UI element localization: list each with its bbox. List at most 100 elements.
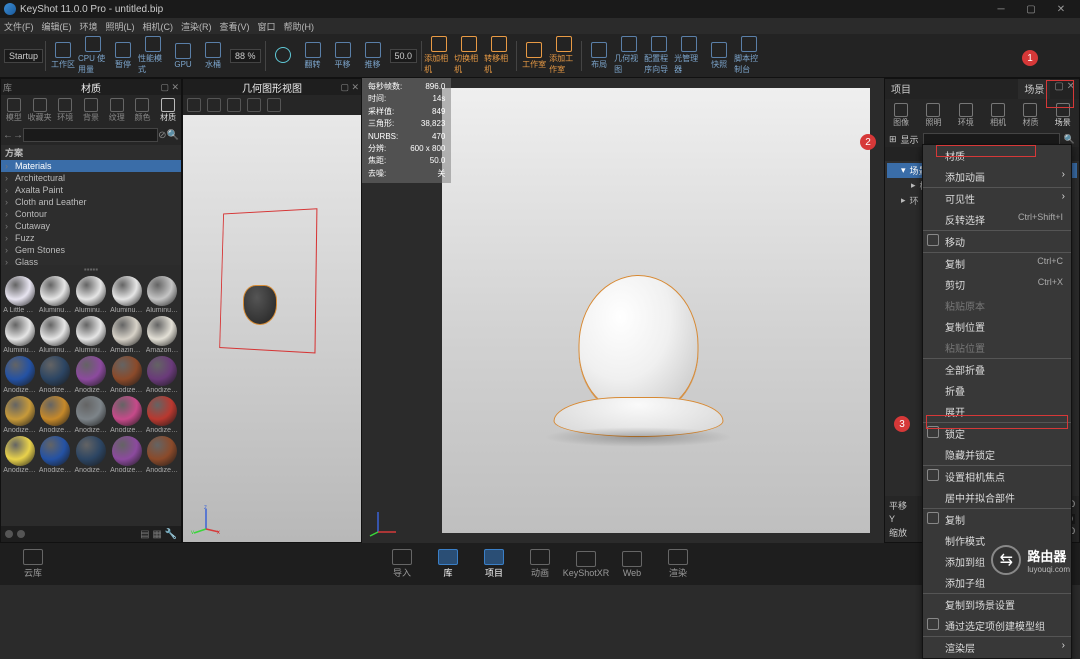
material-tab[interactable]: 环境 <box>52 98 78 123</box>
tree-item[interactable]: Glass <box>1 256 181 265</box>
material-swatch[interactable]: Aluminum ... <box>110 276 144 314</box>
material-swatch[interactable]: Aluminum ... <box>39 276 73 314</box>
context-menu-item[interactable]: 移动 <box>923 231 1071 253</box>
material-swatch[interactable]: Anodized ... <box>145 356 179 394</box>
material-swatch[interactable]: Anodized ... <box>39 436 73 474</box>
bottom-library[interactable]: 库 <box>425 549 471 579</box>
bottom-cloud[interactable]: 云库 <box>10 549 56 579</box>
toolbar-button[interactable]: 添加相机 <box>424 36 454 76</box>
toolbar-button[interactable]: 几何视图 <box>614 36 644 76</box>
toolbar-button[interactable]: 配置程序向导 <box>644 36 674 76</box>
menu-item[interactable]: 相机(C) <box>143 20 174 33</box>
material-swatch[interactable]: Anodized ... <box>74 396 108 434</box>
bottom-keyshotxr[interactable]: KeyShotXR <box>563 551 609 578</box>
context-menu-item[interactable]: 复制Ctrl+C <box>923 253 1071 274</box>
toolbar-button[interactable]: CPU 使用量 <box>78 36 108 76</box>
material-swatch[interactable]: Anodized ... <box>110 396 144 434</box>
context-menu-item[interactable]: 复制 <box>923 509 1071 530</box>
geom-tool-1[interactable] <box>187 98 201 112</box>
toolbar-button[interactable]: 布局 <box>584 36 614 76</box>
material-swatch[interactable]: Anodized ... <box>110 356 144 394</box>
toolbar-button[interactable]: 转移相机 <box>484 36 514 76</box>
tree-item[interactable]: Axalta Paint <box>1 184 181 196</box>
material-swatch[interactable]: Anodized ... <box>145 396 179 434</box>
context-menu-item[interactable]: 全部折叠 <box>923 359 1071 380</box>
context-menu-item[interactable]: 剪切Ctrl+X <box>923 274 1071 295</box>
menu-item[interactable]: 渲染(R) <box>181 20 212 33</box>
context-menu-item[interactable]: 反转选择Ctrl+Shift+I <box>923 209 1071 231</box>
context-menu-item[interactable]: 展开 <box>923 401 1071 423</box>
render-viewport[interactable]: 每秒帧数:896.0时间:14s采样值:849三角形:38,823NURBS:4… <box>362 78 884 543</box>
tree-item[interactable]: Cutaway <box>1 220 181 232</box>
tree-item[interactable]: Fuzz <box>1 232 181 244</box>
material-tab[interactable]: 材质 <box>155 98 181 123</box>
project-category[interactable]: 场景 <box>1047 99 1079 131</box>
material-swatch[interactable]: Anodized ... <box>39 356 73 394</box>
tree-root[interactable]: 方案 <box>1 145 181 160</box>
context-menu-item[interactable]: 可见性 <box>923 188 1071 209</box>
model-mesh[interactable] <box>243 285 277 325</box>
geom-tool-3[interactable] <box>227 98 241 112</box>
view-icon[interactable]: ▤ ▦ 🔧 <box>140 529 177 540</box>
context-menu-item[interactable]: 渲染层 <box>923 637 1071 658</box>
toolbar-button[interactable]: 性能模式 <box>138 36 168 76</box>
startup-label[interactable]: Startup <box>4 49 43 63</box>
material-tab[interactable]: 模型 <box>1 98 27 123</box>
bottom-render[interactable]: 渲染 <box>655 549 701 579</box>
back-icon[interactable]: ← <box>3 130 13 141</box>
tab-scene[interactable]: 场景 <box>1018 79 1050 99</box>
context-menu-item[interactable]: 隐藏并锁定 <box>923 444 1071 466</box>
search-icon[interactable]: 🔍 <box>1064 134 1075 145</box>
tab-project[interactable]: 项目 <box>885 79 917 99</box>
toolbar-button[interactable]: 平移 <box>328 36 358 76</box>
toolbar-button[interactable]: 翻转 <box>298 36 328 76</box>
geom-tool-2[interactable] <box>207 98 221 112</box>
material-swatch[interactable]: Anodized ... <box>3 436 37 474</box>
material-swatch[interactable]: Anodized ... <box>145 436 179 474</box>
material-swatch[interactable]: Anodized ... <box>3 396 37 434</box>
menu-item[interactable]: 环境 <box>80 20 98 33</box>
project-category[interactable]: 照明 <box>917 99 949 131</box>
close-button[interactable]: ✕ <box>1046 4 1076 15</box>
maximize-button[interactable]: ▢ <box>1016 4 1046 15</box>
project-category[interactable]: 材质 <box>1014 99 1046 131</box>
zoom2-value[interactable]: 50.0 <box>390 49 418 63</box>
toolbar-button[interactable]: 切换相机 <box>454 36 484 76</box>
toolbar-button[interactable]: 光管理器 <box>674 36 704 76</box>
material-swatch[interactable]: A Little Lila... <box>3 276 37 314</box>
project-category[interactable]: 图像 <box>885 99 917 131</box>
zoom-value[interactable]: 88 % <box>230 49 261 63</box>
material-tab[interactable]: 纹理 <box>104 98 130 123</box>
toolbar-button[interactable]: 脚本控制台 <box>734 36 764 76</box>
material-tab[interactable]: 收藏夹 <box>27 98 53 123</box>
bottom-import[interactable]: 导入 <box>379 549 425 579</box>
material-swatch[interactable]: Anodized ... <box>3 356 37 394</box>
toolbar-button[interactable]: 工作室 <box>519 36 549 76</box>
bottom-animation[interactable]: 动画 <box>517 549 563 579</box>
material-swatch[interactable]: Anodized ... <box>39 396 73 434</box>
material-swatch[interactable]: Aluminum ... <box>39 316 73 354</box>
project-category[interactable]: 相机 <box>982 99 1014 131</box>
toolbar-button[interactable]: 工作区 <box>48 36 78 76</box>
material-swatch[interactable]: Amazing G... <box>110 316 144 354</box>
toolbar-button[interactable]: 添加工作室 <box>549 36 579 76</box>
context-menu-item[interactable]: 添加子组 <box>923 572 1071 594</box>
material-swatch[interactable]: Anodized ... <box>110 436 144 474</box>
bottom-project[interactable]: 项目 <box>471 549 517 579</box>
geom-tool-4[interactable] <box>247 98 261 112</box>
material-swatch[interactable]: Aluminum ... <box>74 276 108 314</box>
toolbar-button[interactable]: 暂停 <box>108 36 138 76</box>
menu-item[interactable]: 帮助(H) <box>284 20 315 33</box>
refresh-button[interactable] <box>268 36 298 76</box>
toolbar-button[interactable]: GPU <box>168 36 198 76</box>
context-menu-item[interactable]: 设置相机焦点 <box>923 466 1071 487</box>
filter-icon[interactable]: ⊞ <box>889 134 897 145</box>
menu-item[interactable]: 文件(F) <box>4 20 34 33</box>
context-menu-item[interactable]: 通过选定项创建模型组 <box>923 615 1071 637</box>
material-swatch[interactable]: Aluminum ... <box>74 316 108 354</box>
context-menu-item[interactable]: 锁定 <box>923 423 1071 444</box>
tree-item[interactable]: Contour <box>1 208 181 220</box>
material-swatch[interactable]: Aluminum ... <box>3 316 37 354</box>
geom-tool-5[interactable] <box>267 98 281 112</box>
context-menu-item[interactable]: 居中并拟合部件 <box>923 487 1071 509</box>
